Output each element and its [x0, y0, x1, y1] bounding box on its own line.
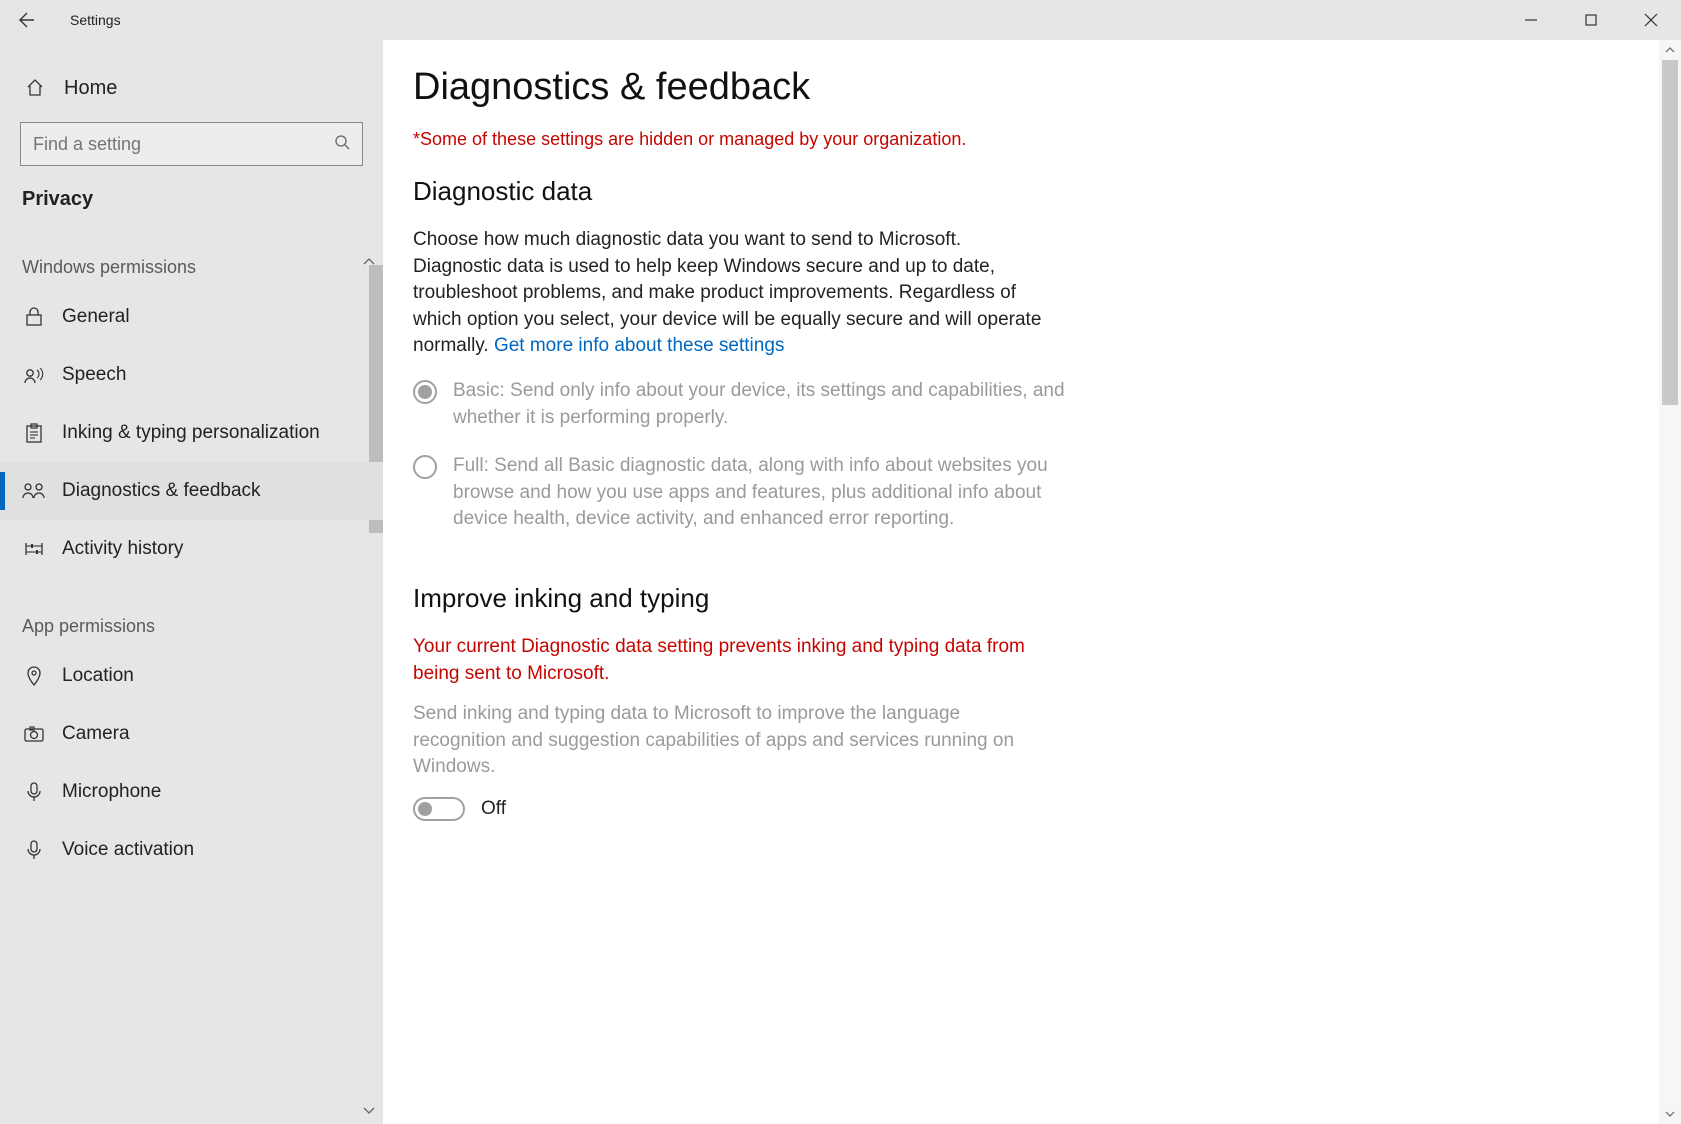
sidebar-group-header: Windows permissions	[0, 219, 383, 288]
sidebar-item-label: Microphone	[62, 781, 161, 803]
more-info-link[interactable]: Get more info about these settings	[494, 335, 784, 356]
sidebar-item-label: Voice activation	[62, 839, 194, 861]
close-icon	[1645, 14, 1657, 26]
sidebar-item-microphone[interactable]: Microphone	[0, 763, 383, 821]
search-box[interactable]	[20, 122, 363, 166]
radio-basic: Basic: Send only info about your device,…	[413, 378, 1073, 431]
maximize-icon	[1585, 14, 1597, 26]
inking-warning: Your current Diagnostic data setting pre…	[413, 634, 1033, 687]
speech-icon	[22, 366, 46, 384]
maximize-button[interactable]	[1561, 0, 1621, 40]
microphone-icon	[22, 782, 46, 802]
arrow-left-icon	[16, 11, 34, 29]
activity-icon	[22, 540, 46, 558]
radio-button-icon	[413, 380, 437, 404]
sidebar-category: Privacy	[0, 166, 383, 219]
location-icon	[22, 666, 46, 686]
sidebar: Home Privacy Windo	[0, 40, 383, 1124]
diagnostic-data-description: Choose how much diagnostic data you want…	[413, 227, 1053, 360]
sidebar-item-location[interactable]: Location	[0, 647, 383, 705]
sidebar-item-label: Speech	[62, 364, 126, 386]
close-button[interactable]	[1621, 0, 1681, 40]
sidebar-item-diagnostics[interactable]: Diagnostics & feedback	[0, 462, 383, 520]
chevron-down-icon[interactable]	[363, 1102, 375, 1120]
sidebar-home-label: Home	[64, 77, 117, 100]
section-title-improve-inking: Improve inking and typing	[413, 583, 1631, 614]
voice-icon	[22, 840, 46, 860]
lock-icon	[22, 307, 46, 327]
scroll-up-icon[interactable]	[1659, 40, 1681, 60]
radio-full: Full: Send all Basic diagnostic data, al…	[413, 453, 1073, 533]
org-managed-note: *Some of these settings are hidden or ma…	[413, 129, 1631, 150]
scroll-down-icon[interactable]	[1659, 1104, 1681, 1124]
back-button[interactable]	[0, 0, 50, 40]
sidebar-item-label: General	[62, 306, 130, 328]
home-icon	[24, 78, 46, 98]
search-input[interactable]	[33, 134, 334, 155]
search-icon	[334, 134, 350, 155]
sidebar-item-voice-activation[interactable]: Voice activation	[0, 821, 383, 879]
radio-button-icon	[413, 455, 437, 479]
minimize-button[interactable]	[1501, 0, 1561, 40]
sidebar-item-activity[interactable]: Activity history	[0, 520, 383, 578]
radio-full-label: Full: Send all Basic diagnostic data, al…	[453, 453, 1073, 533]
sidebar-item-speech[interactable]: Speech	[0, 346, 383, 404]
sidebar-item-label: Camera	[62, 723, 130, 745]
feedback-icon	[22, 482, 46, 500]
sidebar-home[interactable]: Home	[0, 58, 383, 118]
sidebar-item-label: Location	[62, 665, 134, 687]
inking-description: Send inking and typing data to Microsoft…	[413, 701, 1053, 781]
content-scrollbar[interactable]	[1659, 40, 1681, 1124]
inking-toggle	[413, 797, 465, 821]
minimize-icon	[1525, 14, 1537, 26]
sidebar-item-inking[interactable]: Inking & typing personalization	[0, 404, 383, 462]
inking-toggle-label: Off	[481, 798, 506, 820]
clipboard-icon	[22, 423, 46, 443]
titlebar: Settings	[0, 0, 1681, 40]
page-title: Diagnostics & feedback	[413, 66, 1631, 109]
content-scrollbar-thumb[interactable]	[1662, 60, 1678, 405]
sidebar-group-header: App permissions	[0, 578, 383, 647]
main-content: Diagnostics & feedback *Some of these se…	[383, 40, 1681, 1124]
camera-icon	[22, 726, 46, 742]
section-title-diagnostic-data: Diagnostic data	[413, 176, 1631, 207]
sidebar-item-label: Inking & typing personalization	[62, 422, 320, 444]
sidebar-item-label: Activity history	[62, 538, 183, 560]
sidebar-item-label: Diagnostics & feedback	[62, 480, 261, 502]
sidebar-item-camera[interactable]: Camera	[0, 705, 383, 763]
window-title: Settings	[70, 12, 121, 28]
radio-basic-label: Basic: Send only info about your device,…	[453, 378, 1073, 431]
sidebar-item-general[interactable]: General	[0, 288, 383, 346]
